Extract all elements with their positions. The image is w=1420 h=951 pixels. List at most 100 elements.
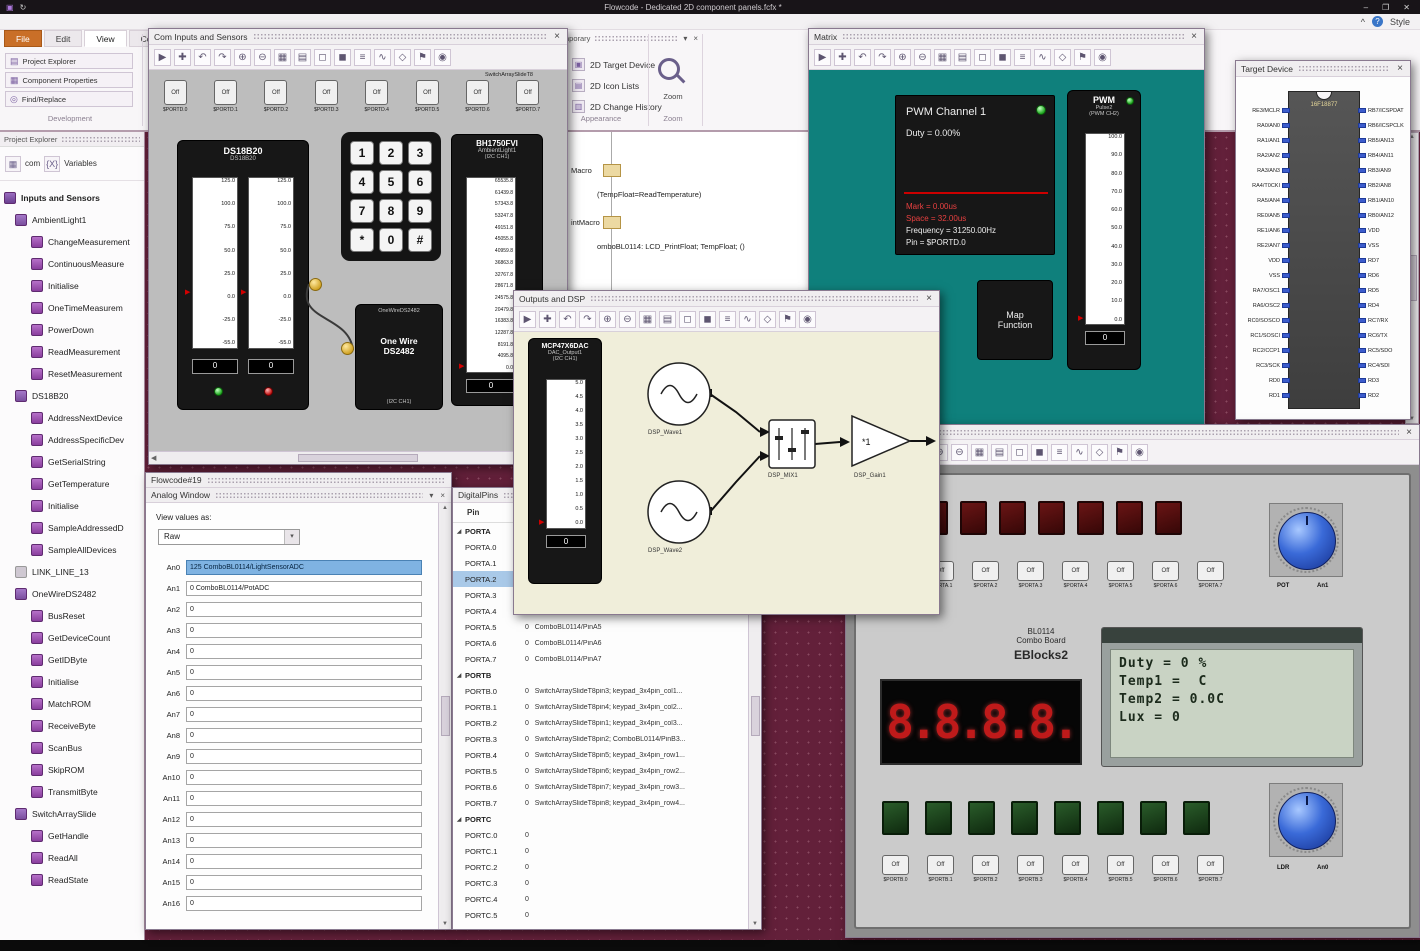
tree-item[interactable]: Initialise xyxy=(0,495,144,517)
port-switch[interactable]: Off $PORTA.4 xyxy=(1062,561,1089,589)
tree-item[interactable]: Inputs and Sensors xyxy=(0,187,144,209)
digital-pin-row[interactable]: PORTA.6 0 ComboBL0114/PinA6 xyxy=(453,635,748,651)
undo-icon[interactable]: ↶ xyxy=(854,48,871,66)
digital-pin-row[interactable]: PORTC.4 0 xyxy=(453,891,748,907)
chip-pin[interactable]: RD5 xyxy=(1358,283,1410,298)
tree-item[interactable]: ReadAll xyxy=(0,847,144,869)
chip-pin[interactable]: VSS xyxy=(1358,238,1410,253)
flag-icon[interactable]: ⚑ xyxy=(1111,443,1128,461)
wave-icon[interactable]: ∿ xyxy=(739,310,756,328)
solid-icon[interactable]: ◼ xyxy=(994,48,1011,66)
scroll-down-icon[interactable]: ▼ xyxy=(752,921,758,927)
scroll-thumb[interactable] xyxy=(440,696,450,736)
close-icon[interactable]: × xyxy=(1404,427,1414,438)
call-macro-icon[interactable] xyxy=(603,164,621,177)
tree-item[interactable]: BusReset xyxy=(0,605,144,627)
analog-value-field[interactable]: 0 xyxy=(186,644,422,659)
pan-icon[interactable]: ✚ xyxy=(539,310,556,328)
tree-item[interactable]: GetHandle xyxy=(0,825,144,847)
list-icon[interactable]: ≡ xyxy=(719,310,736,328)
tree-caret-icon[interactable]: ◢ xyxy=(453,816,465,823)
layers-icon[interactable]: ▤ xyxy=(659,310,676,328)
tree-caret-icon[interactable]: ◢ xyxy=(453,528,465,535)
pan-icon[interactable]: ✚ xyxy=(174,48,191,66)
chip-pin[interactable]: RA6/OSC2 xyxy=(1238,298,1290,313)
analog-value-field[interactable]: 0 xyxy=(186,854,422,869)
zoom-button-label[interactable]: Zoom xyxy=(648,92,698,101)
switch-button[interactable]: Off xyxy=(1017,561,1044,581)
port-switch[interactable]: Off $PORTA.6 xyxy=(1152,561,1179,589)
analog-value-field[interactable]: 0 xyxy=(186,665,422,680)
scroll-thumb[interactable] xyxy=(298,454,418,462)
camera-icon[interactable]: ◉ xyxy=(1094,48,1111,66)
chip-pin[interactable]: RB7/ICSPDAT xyxy=(1358,103,1410,118)
chip-pin[interactable]: RD6 xyxy=(1358,268,1410,283)
tree-item[interactable]: ChangeMeasurement xyxy=(0,231,144,253)
layers-icon[interactable]: ▤ xyxy=(294,48,311,66)
chip-pin[interactable]: RE2/AN7 xyxy=(1238,238,1290,253)
green-button[interactable] xyxy=(1183,801,1210,835)
tree-item[interactable]: OneWireDS2482 xyxy=(0,583,144,605)
tree-item[interactable]: AddressSpecificDev xyxy=(0,429,144,451)
zoom-out-icon[interactable]: ⊖ xyxy=(619,310,636,328)
grid-icon[interactable]: ▦ xyxy=(971,443,988,461)
vertical-scrollbar[interactable]: ▲ ▼ xyxy=(438,503,451,929)
chevron-down-icon[interactable]: ▾ xyxy=(682,34,688,43)
map-function-component[interactable]: Map Function xyxy=(977,280,1053,360)
chip-pin[interactable]: RD3 xyxy=(1358,373,1410,388)
solid-icon[interactable]: ◼ xyxy=(1031,443,1048,461)
redo-icon[interactable]: ↷ xyxy=(874,48,891,66)
close-icon[interactable]: × xyxy=(1189,31,1199,42)
zoom-out-icon[interactable]: ⊖ xyxy=(951,443,968,461)
tree-caret-icon[interactable]: ◢ xyxy=(453,672,465,679)
grid-icon[interactable]: ▦ xyxy=(5,155,21,172)
analog-value-field[interactable]: 0 xyxy=(186,686,422,701)
scroll-left-icon[interactable]: ◀ xyxy=(151,454,156,462)
digital-pin-row[interactable]: PORTB.4 0 SwitchArraySlideT8pin5; keypad… xyxy=(453,747,748,763)
horizontal-scrollbar[interactable]: ◀ ▶ xyxy=(149,451,567,464)
ribbon-collapse-icon[interactable]: ^ xyxy=(1361,17,1365,27)
port-switch[interactable]: Off $PORTB.1 xyxy=(927,855,954,883)
zoom-in-icon[interactable]: ⊕ xyxy=(599,310,616,328)
wire-node-icon[interactable] xyxy=(309,278,322,291)
port-switch[interactable]: Off $PORTA.3 xyxy=(1017,561,1044,589)
analog-value-field[interactable]: 0 xyxy=(186,707,422,722)
refresh-icon[interactable]: ↻ xyxy=(20,3,27,12)
list-icon[interactable]: ≡ xyxy=(1051,443,1068,461)
switch-button[interactable]: Off xyxy=(927,855,954,875)
port-switch[interactable]: Off $PORTB.4 xyxy=(1062,855,1089,883)
close-icon[interactable]: × xyxy=(439,491,446,500)
undo-icon[interactable]: ↶ xyxy=(194,48,211,66)
digital-pin-row[interactable]: PORTB.3 0 SwitchArraySlideT8pin2; ComboB… xyxy=(453,731,748,747)
chip-pin[interactable]: RE3/MCLR xyxy=(1238,103,1290,118)
chip-pin[interactable]: RD0 xyxy=(1238,373,1290,388)
tree-item[interactable]: PowerDown xyxy=(0,319,144,341)
pot-knob[interactable] xyxy=(1269,503,1343,577)
tree-item[interactable]: GetTemperature xyxy=(0,473,144,495)
chip-pin[interactable]: RB6/ICSPCLK xyxy=(1358,118,1410,133)
chevron-down-icon[interactable]: ▾ xyxy=(428,491,434,500)
switch-button[interactable]: Off xyxy=(882,855,909,875)
port-switch[interactable]: Off $PORTA.7 xyxy=(1197,561,1224,589)
pwm-channel-display[interactable]: PWM Channel 1 Duty = 0.00% Mark = 0.00us… xyxy=(895,95,1055,255)
green-button[interactable] xyxy=(1054,801,1081,835)
digital-pin-row[interactable]: PORTC.1 0 xyxy=(453,843,748,859)
chip-pin[interactable]: RA7/OSC1 xyxy=(1238,283,1290,298)
cursor-icon[interactable]: ▶ xyxy=(814,48,831,66)
tree-item[interactable]: SkipROM xyxy=(0,759,144,781)
switch-button[interactable]: Off xyxy=(972,561,999,581)
green-button[interactable] xyxy=(1011,801,1038,835)
chip-pin[interactable]: RD2 xyxy=(1358,388,1410,403)
chip-pin[interactable]: RD7 xyxy=(1358,253,1410,268)
port-switch[interactable]: Off $PORTB.6 xyxy=(1152,855,1179,883)
chip-body[interactable]: 16F18877 xyxy=(1288,91,1360,409)
analog-value-field[interactable]: 0 xyxy=(186,896,422,911)
analog-value-field[interactable]: 0 xyxy=(186,791,422,806)
layers-icon[interactable]: ▤ xyxy=(991,443,1008,461)
tree-item[interactable]: DS18B20 xyxy=(0,385,144,407)
digital-pin-row[interactable]: PORTB.6 0 SwitchArraySlideT8pin7; keypad… xyxy=(453,779,748,795)
layers-icon[interactable]: ▤ xyxy=(954,48,971,66)
chip-pin[interactable]: VDD xyxy=(1238,253,1290,268)
knob-circle[interactable] xyxy=(1278,792,1336,850)
switch-button[interactable]: Off xyxy=(1107,561,1134,581)
